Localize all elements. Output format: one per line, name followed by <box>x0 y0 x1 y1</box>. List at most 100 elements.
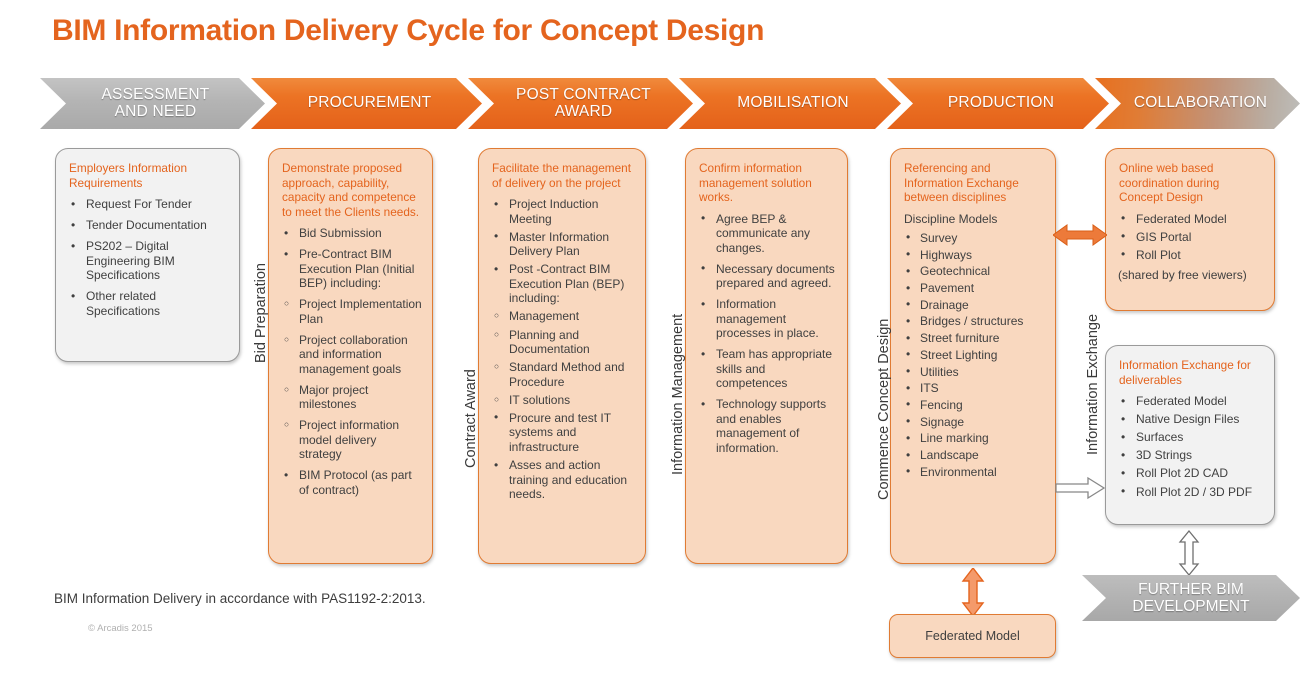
stage-label: PROCUREMENT <box>307 94 432 112</box>
list-item: Fencing <box>902 397 1045 413</box>
list-item: BIM Protocol (as part of contract) <box>280 468 422 497</box>
page-title: BIM Information Delivery Cycle for Conce… <box>52 14 765 47</box>
federated-model-box[interactable]: Federated Model <box>889 614 1056 658</box>
list-item: 3D Strings <box>1117 448 1264 463</box>
stage-label-line2: AWARD <box>554 102 613 120</box>
card-production[interactable]: Referencing and Information Exchange bet… <box>890 148 1056 564</box>
list-item: Pavement <box>902 281 1045 296</box>
list-item: Environmental <box>902 464 1045 480</box>
list-item: Surfaces <box>1117 430 1264 445</box>
vertical-label-contract-award: Contract Award <box>463 369 479 468</box>
list-item: IT solutions <box>490 393 635 408</box>
copyright-notice: © Arcadis 2015 <box>88 623 153 634</box>
stage-chevron-production[interactable]: PRODUCTION <box>887 78 1109 129</box>
list-item: Post -Contract BIM Execution Plan (BEP) … <box>490 262 635 306</box>
stage-chevron-assessment-and-need[interactable]: ASSESSMENT AND NEED <box>40 78 265 129</box>
federated-model-label: Federated Model <box>925 629 1020 643</box>
list-item: Major project milestones <box>280 383 422 412</box>
card-list: Federated Model GIS Portal Roll Plot <box>1117 211 1264 263</box>
card-list: Federated Model Native Design Files Surf… <box>1117 394 1264 499</box>
list-item: Agree BEP & communicate any changes. <box>697 211 837 256</box>
list-item: PS202 – Digital Engineering BIM Specific… <box>67 239 229 283</box>
list-item: Pre-Contract BIM Execution Plan (Initial… <box>280 247 422 291</box>
list-item: Planning and Documentation <box>490 328 635 357</box>
list-item: Roll Plot 2D CAD <box>1117 466 1264 481</box>
further-bim-development-chevron[interactable]: FURTHER BIM DEVELOPMENT <box>1082 575 1300 621</box>
list-item: Asses and action training and education … <box>490 458 635 502</box>
list-item: Technology supports and enables manageme… <box>697 397 837 455</box>
stage-label: MOBILISATION <box>737 94 849 112</box>
list-item: Federated Model <box>1117 394 1264 409</box>
stage-chevron-collaboration[interactable]: COLLABORATION <box>1095 78 1300 129</box>
card-list: Agree BEP & communicate any changes. Nec… <box>697 211 837 456</box>
card-procurement[interactable]: Demonstrate proposed approach, capabilit… <box>268 148 433 564</box>
vertical-label-commence-concept-design: Commence Concept Design <box>876 318 892 500</box>
stage-label-line2: AND NEED <box>114 102 197 120</box>
vertical-label-information-exchange: Information Exchange <box>1085 313 1101 455</box>
further-dev-line2: DEVELOPMENT <box>1132 598 1250 615</box>
list-item: Roll Plot <box>1117 247 1264 263</box>
list-item: Project collaboration and information ma… <box>280 333 422 377</box>
stage-chevron-post-contract-award[interactable]: POST CONTRACT AWARD <box>468 78 693 129</box>
double-arrow-vertical-outline-icon <box>1178 530 1200 576</box>
card-information-exchange-for-deliverables[interactable]: Information Exchange for deliverables Fe… <box>1105 345 1275 525</box>
stage-label-line1: POST CONTRACT <box>516 85 651 103</box>
stage-label: COLLABORATION <box>1133 94 1268 112</box>
card-list: Request For Tender Tender Documentation … <box>67 197 229 318</box>
list-item: Street Lighting <box>902 347 1045 363</box>
stage-chevron-band: ASSESSMENT AND NEED PROCUREMENT POST CON… <box>40 78 1300 129</box>
stage-label: PRODUCTION <box>947 94 1055 112</box>
list-item: Project information model delivery strat… <box>280 418 422 462</box>
card-list: Bid Submission Pre-Contract BIM Executio… <box>280 226 422 497</box>
list-item: Tender Documentation <box>67 218 229 233</box>
list-item: Management <box>490 309 635 324</box>
list-item: ITS <box>902 381 1045 396</box>
list-item: GIS Portal <box>1117 229 1264 245</box>
card-heading: Confirm information management solution … <box>699 161 812 204</box>
vertical-label-information-management: Information Management <box>670 313 686 475</box>
arrow-right-outline-icon <box>1055 476 1105 500</box>
card-list: Survey Highways Geotechnical Pavement Dr… <box>902 230 1045 480</box>
list-item: Team has appropriate skills and competen… <box>697 347 837 391</box>
card-heading: Employers Information Requirements <box>69 161 188 190</box>
footer-note: BIM Information Delivery in accordance w… <box>54 591 426 606</box>
list-item: Necessary documents prepared and agreed. <box>697 261 837 291</box>
card-employers-information-requirements[interactable]: Employers Information Requirements Reque… <box>55 148 240 362</box>
list-item: Signage <box>902 414 1045 430</box>
list-item: Other related Specifications <box>67 289 229 318</box>
list-item: Highways <box>902 247 1045 263</box>
list-item: Roll Plot 2D / 3D PDF <box>1117 484 1264 500</box>
list-item: Utilities <box>902 364 1045 380</box>
list-item: Federated Model <box>1117 211 1264 227</box>
stage-chevron-mobilisation[interactable]: MOBILISATION <box>679 78 901 129</box>
list-item: Geotechnical <box>902 264 1045 279</box>
list-item: Master Information Delivery Plan <box>490 229 635 259</box>
card-subheading: Discipline Models <box>904 211 998 226</box>
card-heading: Information Exchange for deliverables <box>1119 358 1251 387</box>
stage-chevron-procurement[interactable]: PROCUREMENT <box>251 78 482 129</box>
card-heading: Referencing and Information Exchange bet… <box>904 161 1019 204</box>
card-mobilisation[interactable]: Confirm information management solution … <box>685 148 848 564</box>
list-item: Native Design Files <box>1117 412 1264 427</box>
card-heading: Demonstrate proposed approach, capabilit… <box>282 161 420 219</box>
list-item: Line marking <box>902 431 1045 446</box>
vertical-label-bid-preparation: Bid Preparation <box>253 263 269 363</box>
list-item: Standard Method and Procedure <box>490 360 635 389</box>
card-post-contract-award[interactable]: Facilitate the management of delivery on… <box>478 148 646 564</box>
list-item: Landscape <box>902 448 1045 463</box>
list-item: Project Induction Meeting <box>490 196 635 226</box>
list-item: Information management processes in plac… <box>697 297 837 341</box>
list-item: Survey <box>902 230 1045 246</box>
list-item: Drainage <box>902 297 1045 313</box>
card-heading: Facilitate the management of delivery on… <box>492 161 632 190</box>
list-item: Bridges / structures <box>902 314 1045 329</box>
double-arrow-vertical-icon <box>961 568 985 616</box>
card-note: (shared by free viewers) <box>1118 268 1247 283</box>
list-item: Street furniture <box>902 331 1045 346</box>
card-heading: Online web based coordination during Con… <box>1119 161 1220 204</box>
card-list: Project Induction Meeting Master Informa… <box>490 196 635 502</box>
list-item: Request For Tender <box>67 197 229 212</box>
double-arrow-horizontal-icon <box>1053 224 1107 246</box>
card-online-web-based-coordination[interactable]: Online web based coordination during Con… <box>1105 148 1275 311</box>
list-item: Procure and test IT systems and infrastr… <box>490 410 635 455</box>
